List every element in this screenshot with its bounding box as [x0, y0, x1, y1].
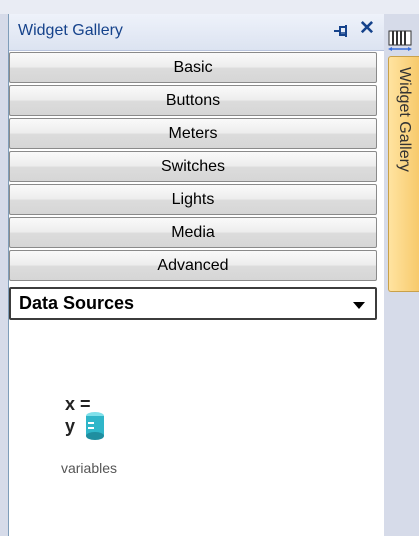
- panel-title: Widget Gallery: [18, 22, 123, 39]
- category-advanced-button[interactable]: Advanced: [9, 250, 377, 281]
- widget-label: variables: [60, 460, 118, 476]
- category-meters-button[interactable]: Meters: [9, 118, 377, 149]
- category-basic-button[interactable]: Basic: [9, 52, 377, 83]
- category-data-sources-dropdown[interactable]: Data Sources: [9, 287, 377, 320]
- variables-database-icon: x = y: [59, 384, 119, 442]
- category-media-button[interactable]: Media: [9, 217, 377, 248]
- close-icon[interactable]: ✕: [358, 18, 376, 40]
- svg-text:x =: x =: [65, 394, 91, 414]
- widget-gallery-panel: Widget Gallery ✕ Basic Buttons Meters Sw…: [8, 14, 385, 536]
- widget-gallery-window: Widget Gallery ✕ Basic Buttons Meters Sw…: [0, 0, 419, 536]
- widget-variables[interactable]: x = y variables: [49, 384, 129, 484]
- chevron-down-icon: [353, 302, 365, 309]
- category-lights-button[interactable]: Lights: [9, 184, 377, 215]
- pin-icon[interactable]: [332, 21, 350, 41]
- category-buttons-button[interactable]: Buttons: [9, 85, 377, 116]
- category-switches-button[interactable]: Switches: [9, 151, 377, 182]
- panel-title-bar: Widget Gallery ✕: [9, 14, 385, 51]
- gallery-icon[interactable]: [386, 26, 414, 54]
- selected-category-label: Data Sources: [19, 293, 135, 313]
- svg-text:y: y: [65, 416, 75, 436]
- widget-gallery-side-tab[interactable]: Widget Gallery: [388, 56, 419, 292]
- top-edge: [0, 0, 419, 14]
- category-list: Basic Buttons Meters Switches Lights Med…: [9, 52, 385, 322]
- side-tab-label: Widget Gallery: [396, 67, 413, 172]
